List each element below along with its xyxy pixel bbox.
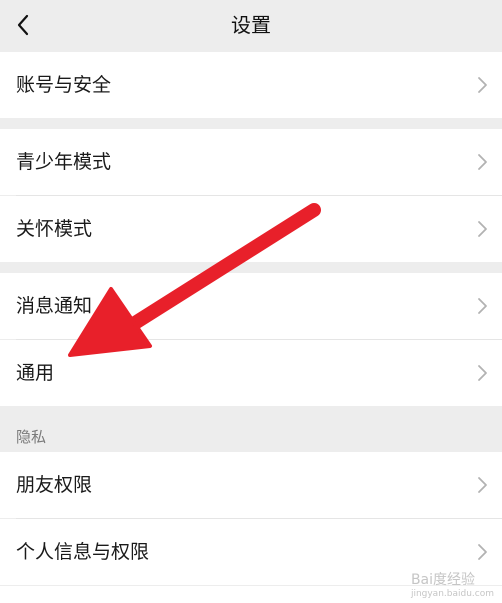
nav-bar: 设置 xyxy=(0,0,502,50)
settings-item-general[interactable]: 通用 xyxy=(0,340,502,406)
chevron-right-icon xyxy=(478,544,487,560)
chevron-right-icon xyxy=(478,221,487,237)
chevron-right-icon xyxy=(478,298,487,314)
settings-item-label: 朋友权限 xyxy=(16,474,93,496)
watermark-text: Bai度经验 xyxy=(410,572,476,588)
settings-item-label: 账号与安全 xyxy=(16,74,112,96)
settings-item-label: 关怀模式 xyxy=(16,218,93,240)
settings-item-label: 青少年模式 xyxy=(16,151,112,173)
chevron-right-icon xyxy=(478,365,487,381)
settings-item-teen-mode[interactable]: 青少年模式 xyxy=(0,129,502,195)
watermark: Bai度经验 jingyan.baidu.com xyxy=(411,569,494,599)
chevron-right-icon xyxy=(478,477,487,493)
settings-item-label: 消息通知 xyxy=(16,295,93,317)
watermark-sub: jingyan.baidu.com xyxy=(410,589,494,599)
settings-item-account-security[interactable]: 账号与安全 xyxy=(0,52,502,118)
section-header-privacy: 隐私 xyxy=(0,406,502,452)
section-header-label: 隐私 xyxy=(16,428,47,446)
settings-item-friend-permissions[interactable]: 朋友权限 xyxy=(0,452,502,518)
chevron-right-icon xyxy=(478,77,487,93)
settings-item-care-mode[interactable]: 关怀模式 xyxy=(0,196,502,262)
page-title: 设置 xyxy=(231,13,271,37)
settings-item-notifications[interactable]: 消息通知 xyxy=(0,273,502,339)
settings-item-label: 通用 xyxy=(16,362,55,384)
chevron-right-icon xyxy=(478,154,487,170)
settings-item-label: 个人信息与权限 xyxy=(16,541,150,563)
settings-page: 设置 账号与安全 青少年模式 关怀模式 消息通知 通用 隐私 朋友权限 个人信息… xyxy=(0,0,502,603)
